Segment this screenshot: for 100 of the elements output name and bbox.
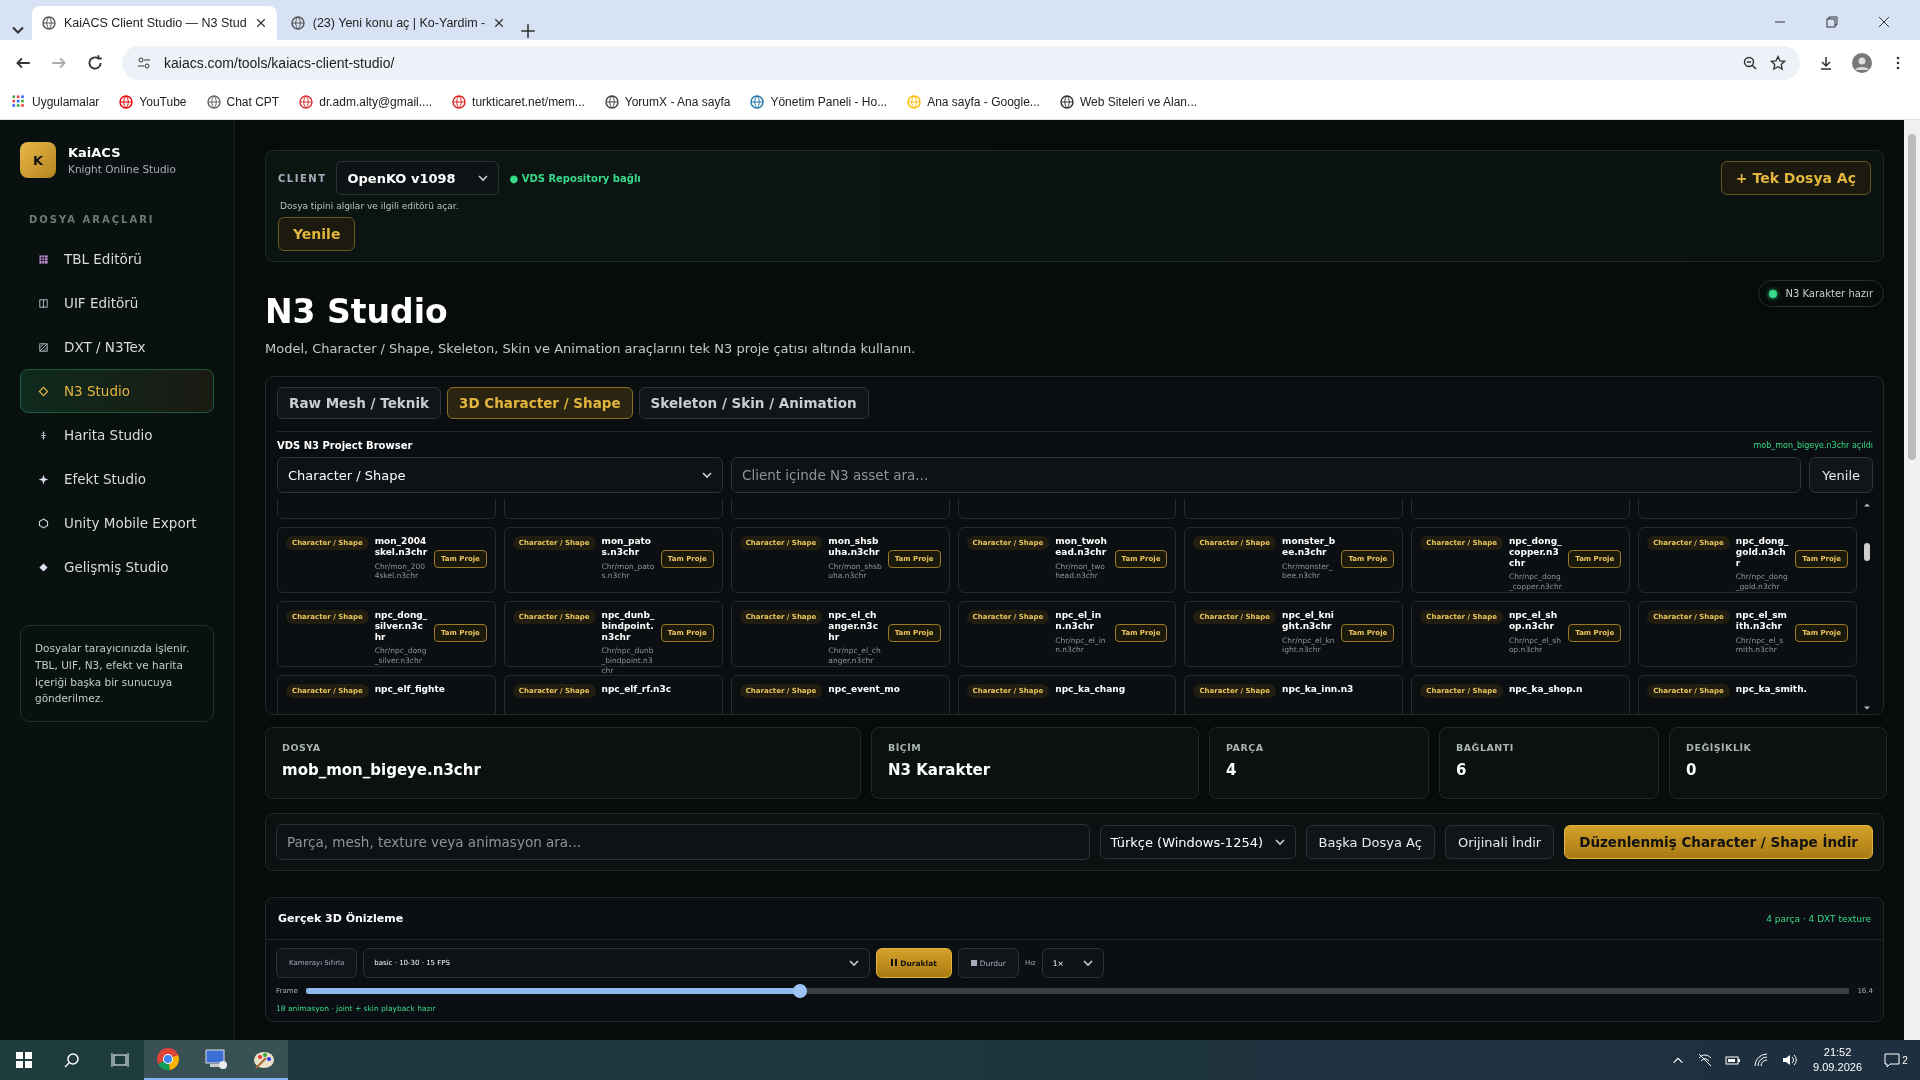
- stat-value: N3 Karakter: [888, 761, 992, 779]
- scroll-up-icon: [1863, 501, 1871, 509]
- tab[interactable]: 3D Character / Shape: [447, 387, 633, 419]
- action-button[interactable]: Orijinali İndir: [1444, 825, 1555, 859]
- notification-button[interactable]: 2: [1872, 1040, 1920, 1080]
- globe-icon: [604, 95, 619, 109]
- preview-title: Gerçek 3D Önizleme: [278, 912, 404, 925]
- grid-icon: [37, 252, 50, 266]
- asset-search-field[interactable]: Client içinde N3 asset ara...: [731, 457, 1802, 493]
- globe-icon: [907, 95, 922, 109]
- zoom-icon[interactable]: [1742, 54, 1758, 71]
- bookmark[interactable]: Uygulamalar: [12, 95, 100, 109]
- browser-title: VDS N3 Project Browser: [277, 440, 413, 451]
- browser-tab[interactable]: (23) Yeni konu aç | Ko-Yardim -: [280, 6, 516, 40]
- tab[interactable]: Raw Mesh / Teknik: [277, 387, 441, 419]
- globe-icon: [299, 95, 314, 109]
- privacy-note: Dosyalar tarayıcınızda işlenir. TBL, UIF, N3, efekt ve harita içeriği başka bir sunucuya gönderilmez.: [20, 625, 214, 723]
- asset-name: npc_dong_copper.n3chr: [1508, 536, 1563, 569]
- stat-label: DOSYA: [282, 742, 322, 753]
- asset-name: mon_patos.n3chr: [601, 536, 652, 558]
- restore-icon[interactable]: [1824, 14, 1840, 30]
- asset-name: mon_2004skel.n3chr: [374, 536, 428, 558]
- sidebar-item[interactable]: Gelişmiş Studio: [20, 545, 214, 589]
- client-select[interactable]: OpenKO v1098: [336, 161, 500, 195]
- asset-name: npc_el_inn.n3chr: [1055, 610, 1103, 632]
- bookmark[interactable]: dr.adm.alty@gmail....: [299, 95, 433, 109]
- tab[interactable]: Skeleton / Skin / Animation: [638, 387, 869, 419]
- asset-name: npc_elf_rf.n3c: [601, 684, 673, 695]
- address-bar[interactable]: kaiacs.com/tools/kaiacs-client-studio/: [122, 45, 1800, 80]
- asset-name: npc_el_changer.n3chr: [828, 610, 879, 643]
- caret-icon: [849, 958, 860, 968]
- bookmark[interactable]: YorumX - Ana sayfa: [604, 95, 731, 109]
- browser-tab[interactable]: KaiACS Client Studio — N3 Stud: [32, 6, 277, 40]
- reload-icon[interactable]: [86, 53, 104, 72]
- avatar[interactable]: [1852, 52, 1872, 73]
- bookmark[interactable]: Web Siteleri ve Alan...: [1059, 95, 1198, 109]
- site-settings-icon: [136, 54, 152, 71]
- asset-name: monster_bee.n3chr: [1282, 536, 1336, 558]
- sidebar-item[interactable]: Harita Studio: [20, 413, 214, 457]
- client-label: CLIENT: [278, 172, 327, 184]
- star-icon[interactable]: [1770, 54, 1786, 71]
- open-file-button[interactable]: + Tek Dosya Aç: [1720, 161, 1871, 195]
- network-off-icon[interactable]: [1697, 1052, 1714, 1068]
- bookmark[interactable]: YouTube: [119, 95, 187, 109]
- sidebar-item[interactable]: N3 Studio: [20, 369, 214, 413]
- globe-icon: [42, 16, 56, 30]
- bookmark[interactable]: Chat CPT: [206, 95, 280, 109]
- wifi-icon[interactable]: [1753, 1052, 1770, 1068]
- stat-label: DEĞİŞİKLİK: [1686, 742, 1753, 753]
- download-icon[interactable]: [1818, 54, 1834, 71]
- bookmark[interactable]: Ana sayfa - Google...: [907, 95, 1040, 109]
- plus-icon[interactable]: [519, 22, 538, 40]
- apps-grid-icon: [12, 95, 26, 109]
- page-title: N3 Studio: [265, 292, 449, 331]
- bookmark[interactable]: Yönetim Paneli - Ho...: [750, 95, 888, 109]
- asset-name: mon_shsbuha.n3chr: [828, 536, 881, 558]
- scrollbar-thumb: [1864, 542, 1870, 561]
- sidebar-item[interactable]: Efekt Studio: [20, 457, 214, 501]
- globe-icon: [1059, 95, 1074, 109]
- caret-icon: [478, 173, 489, 183]
- asset-name: npc_ka_shop.n: [1508, 684, 1584, 695]
- stat-value: 6: [1456, 761, 1468, 779]
- system-clock[interactable]: 21:52 9.09.2026: [1803, 1044, 1872, 1076]
- scroll-down-icon: [1863, 704, 1871, 712]
- paint-app-icon[interactable]: [240, 1040, 288, 1080]
- browser-app-icon[interactable]: [144, 1040, 192, 1080]
- sidebar-item[interactable]: UIF Editörü: [20, 281, 214, 325]
- sidebar-item[interactable]: Unity Mobile Export: [20, 501, 214, 545]
- refresh-button[interactable]: Yenile: [278, 217, 356, 251]
- sidebar-item[interactable]: DXT / N3Tex: [20, 325, 214, 369]
- volume-icon[interactable]: [1781, 1052, 1798, 1068]
- category-select[interactable]: Character / Shape: [277, 457, 723, 493]
- hexagon-icon: [37, 516, 50, 530]
- sparkle-icon: [37, 472, 50, 486]
- download-edited-button[interactable]: Düzenlenmiş Character / Shape İndir: [1564, 825, 1873, 859]
- caret-icon: [1082, 958, 1093, 968]
- part-search-field[interactable]: Parça, mesh, texture veya animasyon ara...: [276, 824, 1090, 860]
- hatched-square-icon: [37, 340, 50, 354]
- asset-name: npc_ka_inn.n3: [1282, 684, 1355, 695]
- asset-name: npc_el_knight.n3chr: [1282, 610, 1335, 632]
- action-button[interactable]: Başka Dosya Aç: [1305, 825, 1435, 859]
- repository-status: ● VDS Repository bağlı: [509, 172, 641, 184]
- refresh-button[interactable]: Yenile: [1809, 457, 1873, 493]
- asset-name: npc_ka_smith.: [1735, 684, 1808, 695]
- sidebar-item[interactable]: TBL Editörü: [20, 237, 214, 281]
- stat-label: BİÇİM: [888, 742, 923, 753]
- encoding-select[interactable]: Türkçe (Windows-1254): [1099, 825, 1296, 859]
- stat-value: mob_mon_bigeye.n3chr: [282, 761, 482, 779]
- section-title: DOSYA ARAÇLARI: [29, 214, 156, 225]
- asset-name: npc_event_mo: [828, 684, 901, 695]
- brand-name: KaiACS: [68, 145, 122, 160]
- diamond-icon: [37, 384, 50, 398]
- caret-icon: [702, 470, 712, 480]
- close-icon[interactable]: [1876, 14, 1892, 30]
- globe-icon: [290, 16, 305, 30]
- stat-label: BAĞLANTI: [1456, 742, 1515, 753]
- logo: K: [20, 142, 56, 178]
- hint-text: Dosya tipini algılar ve ilgili editörü açar.: [280, 201, 460, 211]
- slider-thumb[interactable]: [792, 984, 807, 998]
- bookmark[interactable]: turkticaret.net/mem...: [452, 95, 585, 109]
